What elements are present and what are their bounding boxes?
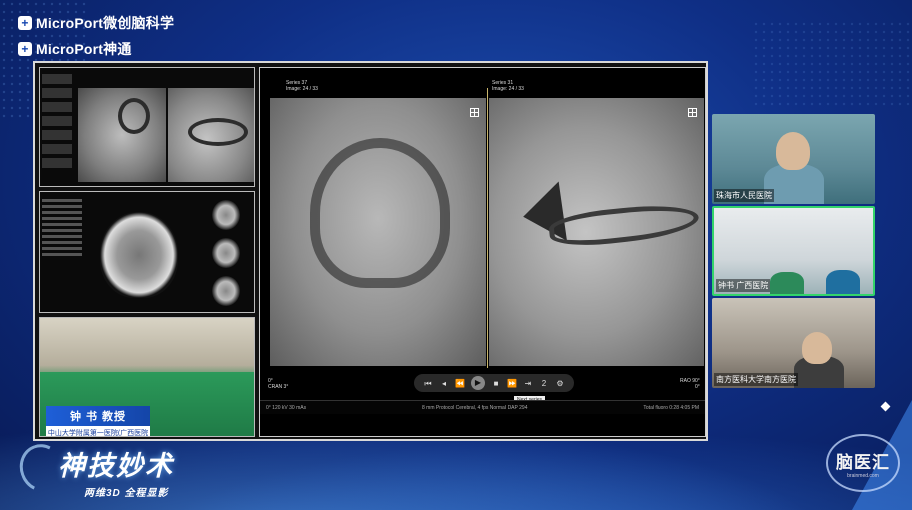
participant-avatar <box>776 132 810 170</box>
left-angle-info: 0° CRAN 3° <box>268 378 289 390</box>
show-subtitle: 两维3D 全程显影 <box>84 488 169 499</box>
video-label: 珠海市人民医院 <box>714 189 774 202</box>
naoyihui-site: brainmed.com <box>847 472 879 479</box>
microport-shentong-brand: + MicroPort神通 <box>18 39 132 59</box>
play-button[interactable]: ▶ <box>471 376 485 390</box>
playback-toolbar: ⏮ ◂ ⏪ ▶ ■ ⏩ ⇥ 2 ⚙ <box>414 374 574 392</box>
video-label: 钟书 广西医院 <box>716 279 771 292</box>
settings-icon[interactable]: ⚙ <box>555 379 565 388</box>
speaker-name: 钟 书 教授 <box>46 406 150 426</box>
export-icon[interactable]: ⇥ <box>523 379 533 388</box>
right-angle-info: RAO 90° 0° <box>680 378 700 390</box>
ct-3d-thumb <box>212 200 240 230</box>
naoyihui-logo: 脑医汇 brainmed.com <box>826 434 900 492</box>
right-series-info: Series 31 Image: 24 / 33 <box>492 80 524 92</box>
stop-icon[interactable]: ■ <box>491 379 501 388</box>
prev-frame-icon[interactable]: ◂ <box>439 379 449 388</box>
ct-coronal-thumb <box>212 238 240 268</box>
show-title: 神技妙术 <box>58 451 174 481</box>
video-feed-zhuhai[interactable]: 珠海市人民医院 <box>712 114 875 204</box>
angio-image-right <box>168 88 254 182</box>
step-back-icon[interactable]: ⏪ <box>455 379 465 388</box>
dsa-lateral-view[interactable] <box>489 98 704 366</box>
microport-logo-icon: + <box>18 16 32 30</box>
naoyihui-title: 脑医汇 <box>836 452 890 472</box>
layout-grid-icon[interactable] <box>470 108 479 117</box>
speaker-name-tag: 钟 书 教授 中山大学附属第一医院(广西医院 <box>46 406 150 436</box>
speaker-affiliation: 中山大学附属第一医院(广西医院 <box>46 426 150 436</box>
show-logo: 神技妙术 两维3D 全程显影 <box>13 437 204 502</box>
ct-side-panel <box>42 196 82 308</box>
dsa-status-bar: 0° 120 kV 30 mAs 8 mm Protocol Cerebral,… <box>260 400 705 414</box>
series-counter: 2 <box>541 378 547 388</box>
microport-logo-icon: + <box>18 42 32 56</box>
main-dsa-viewer[interactable]: Series 37 Image: 24 / 33 Series 31 Image… <box>259 67 706 437</box>
layout-grid-icon[interactable] <box>688 108 697 117</box>
microport-brand: + MicroPort微创脑科学 <box>18 13 174 33</box>
angio-image-left <box>78 88 166 182</box>
left-series-info: Series 37 Image: 24 / 33 <box>286 80 318 92</box>
microport-brand-text: MicroPort微创脑科学 <box>36 15 175 31</box>
background-dots <box>752 20 912 110</box>
video-label: 南方医科大学南方医院 <box>714 373 798 386</box>
stent-catheter <box>547 200 701 250</box>
operating-room-camera: 钟 书 教授 中山大学附属第一医院(广西医院 <box>39 317 255 437</box>
angio-review-pane[interactable] <box>39 67 255 187</box>
microport-shentong-text: MicroPort神通 <box>36 41 132 57</box>
first-frame-icon[interactable]: ⏮ <box>423 379 433 388</box>
ct-viewer-pane[interactable] <box>39 191 255 313</box>
participant-avatar <box>802 332 832 364</box>
ct-axial-slice <box>100 212 178 298</box>
next-series-icon[interactable]: ⏩ <box>507 379 517 388</box>
stream-stage: 钟 书 教授 中山大学附属第一医院(广西医院 Series 37 Image: … <box>33 61 708 441</box>
ct-sagittal-thumb <box>212 276 240 306</box>
dsa-frontal-view[interactable] <box>270 98 486 366</box>
series-thumbnails[interactable] <box>42 74 74 182</box>
video-feed-nanfang[interactable]: 南方医科大学南方医院 <box>712 298 875 388</box>
viewport-divider[interactable] <box>487 88 488 368</box>
video-feed-guangxi[interactable]: 钟书 广西医院 <box>712 206 875 296</box>
